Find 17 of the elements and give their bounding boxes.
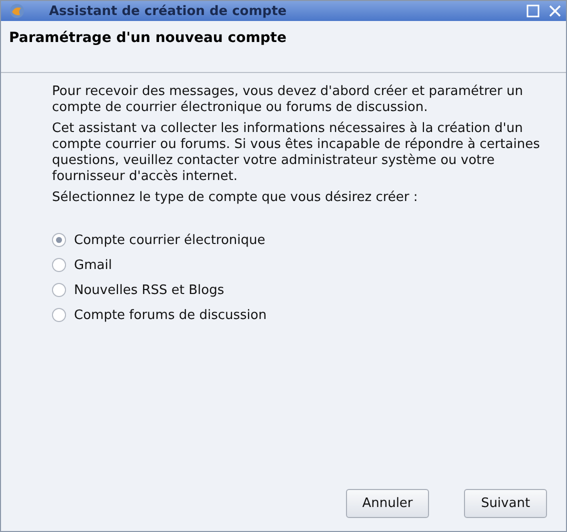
radio-label[interactable]: Nouvelles RSS et Blogs (74, 282, 224, 298)
maximize-icon[interactable] (526, 4, 540, 18)
radio-button[interactable] (52, 233, 66, 247)
paragraph: Sélectionnez le type de compte que vous désirez créer : (52, 190, 419, 206)
radio-button[interactable] (52, 258, 66, 272)
window-title: Assistant de création de compte (49, 4, 288, 18)
close-icon[interactable] (548, 4, 562, 18)
radio-label[interactable]: Compte courrier électronique (74, 232, 266, 248)
next-button[interactable]: Suivant (464, 489, 547, 518)
cancel-button[interactable]: Annuler (346, 489, 429, 518)
radio-label[interactable]: Gmail (74, 258, 112, 272)
paragraph: Pour recevoir des messages, vous devez d'abord créer et paramétrer un compte de courrier électronique ou forums de discussion. (52, 84, 524, 116)
paragraph: Cet assistant va collecter les informations nécessaires à la création d'un compte courrier ou forums. Si vous êtes incapable de répondre à certaines questions, veuillez contacter votre administrateur système ou votre fournisseur d'accès internet. (52, 121, 541, 185)
radio-button[interactable] (52, 308, 66, 322)
radio-label[interactable]: Compte forums de discussion (74, 308, 267, 322)
page-heading: Paramétrage d'un nouveau compte (9, 30, 286, 46)
radio-button[interactable] (52, 283, 66, 297)
